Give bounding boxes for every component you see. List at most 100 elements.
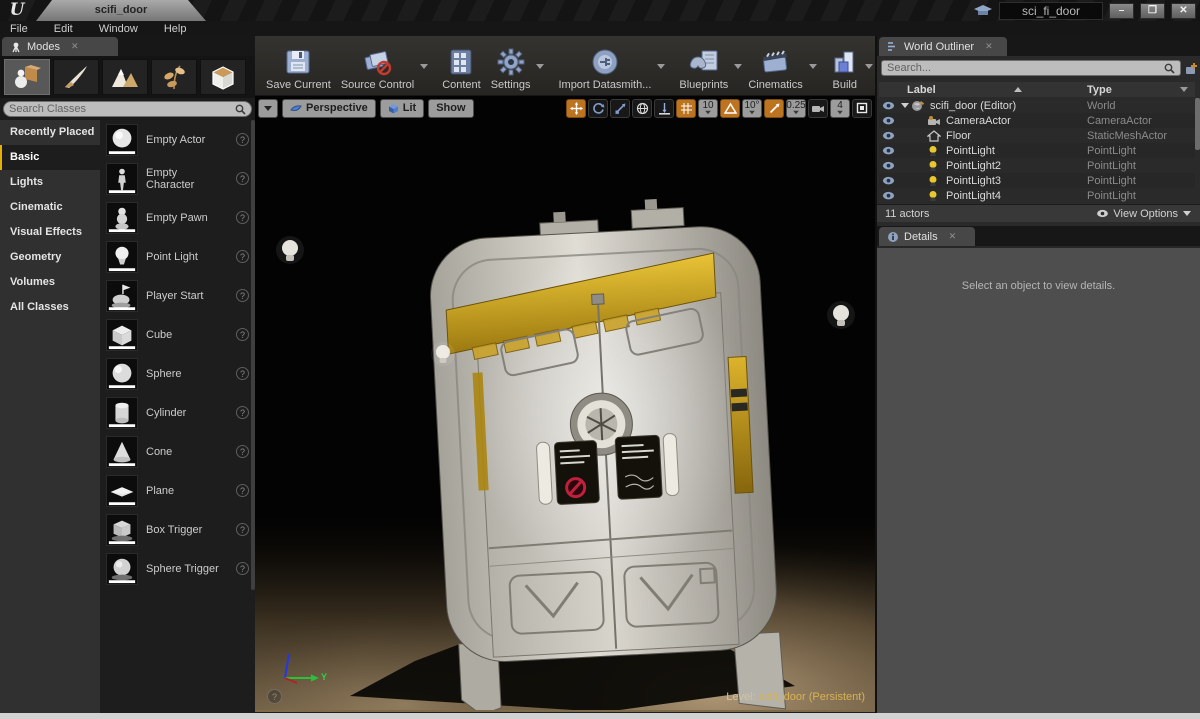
cinematics-button[interactable]: Cinematics bbox=[743, 39, 807, 93]
mode-place-button[interactable] bbox=[4, 59, 50, 95]
chevron-down-icon[interactable] bbox=[734, 63, 743, 69]
add-filter-icon[interactable] bbox=[1184, 62, 1198, 76]
category-all-classes[interactable]: All Classes bbox=[0, 295, 100, 320]
eye-icon[interactable] bbox=[882, 131, 895, 140]
tab-modes[interactable]: Modes ✕ bbox=[2, 37, 118, 56]
view-options-button[interactable]: View Options bbox=[1096, 208, 1192, 220]
mode-geometry-button[interactable] bbox=[200, 59, 246, 95]
item-cylinder[interactable]: Cylinder? bbox=[100, 393, 255, 432]
blueprints-button[interactable]: Blueprints bbox=[674, 39, 733, 93]
chevron-down-icon[interactable] bbox=[808, 63, 817, 69]
outliner-row-pointlight[interactable]: PointLight PointLight bbox=[879, 143, 1195, 158]
outliner-row-pointlight2[interactable]: PointLight2 PointLight bbox=[879, 158, 1195, 173]
menu-edit[interactable]: Edit bbox=[54, 23, 73, 35]
category-lights[interactable]: Lights bbox=[0, 170, 100, 195]
chevron-down-icon[interactable] bbox=[1180, 87, 1188, 92]
eye-icon[interactable] bbox=[882, 161, 895, 170]
camera-speed-value[interactable]: 4 bbox=[830, 98, 850, 118]
surface-snap-button[interactable] bbox=[654, 98, 674, 118]
help-icon[interactable]: ? bbox=[236, 523, 249, 536]
chevron-down-icon[interactable] bbox=[536, 63, 545, 69]
grid-snap-toggle[interactable] bbox=[676, 98, 696, 118]
rotation-snap-toggle[interactable] bbox=[720, 98, 740, 118]
help-icon[interactable]: ? bbox=[236, 367, 249, 380]
help-icon[interactable]: ? bbox=[236, 289, 249, 302]
mode-paint-button[interactable] bbox=[53, 59, 99, 95]
viewport-options-button[interactable] bbox=[258, 98, 278, 118]
item-box-trigger[interactable]: Box Trigger? bbox=[100, 510, 255, 549]
eye-icon[interactable] bbox=[882, 101, 895, 110]
mode-landscape-button[interactable] bbox=[102, 59, 148, 95]
menu-help[interactable]: Help bbox=[164, 23, 187, 35]
outliner-row-floor[interactable]: Floor StaticMeshActor bbox=[879, 128, 1195, 143]
tab-details[interactable]: Details ✕ bbox=[879, 227, 975, 246]
category-volumes[interactable]: Volumes bbox=[0, 270, 100, 295]
tutorial-cap-icon[interactable] bbox=[973, 3, 993, 19]
outliner-row-pointlight3[interactable]: PointLight3 PointLight bbox=[879, 173, 1195, 188]
item-point-light[interactable]: Point Light? bbox=[100, 237, 255, 276]
sort-asc-icon[interactable] bbox=[1013, 87, 1022, 92]
lit-mode-button[interactable]: Lit bbox=[379, 98, 425, 118]
rotation-snap-value[interactable]: 10° bbox=[742, 98, 762, 118]
save-current-button[interactable]: Save Current bbox=[261, 39, 336, 93]
item-sphere[interactable]: Sphere? bbox=[100, 354, 255, 393]
menu-window[interactable]: Window bbox=[99, 23, 138, 35]
help-icon[interactable]: ? bbox=[236, 562, 249, 575]
eye-icon[interactable] bbox=[882, 146, 895, 155]
column-type[interactable]: Type bbox=[1087, 84, 1112, 96]
world-local-toggle[interactable] bbox=[632, 98, 652, 118]
minimize-button[interactable]: – bbox=[1109, 2, 1134, 19]
build-button[interactable]: Build bbox=[826, 39, 864, 93]
category-cinematic[interactable]: Cinematic bbox=[0, 195, 100, 220]
help-icon[interactable]: ? bbox=[236, 250, 249, 263]
outliner-row-world[interactable]: scifi_door (Editor) World bbox=[879, 98, 1195, 113]
maximize-viewport-button[interactable] bbox=[852, 98, 872, 118]
perspective-button[interactable]: Perspective bbox=[282, 98, 376, 118]
outliner-search-input[interactable] bbox=[887, 62, 1164, 74]
item-cone[interactable]: Cone? bbox=[100, 432, 255, 471]
help-icon[interactable]: ? bbox=[236, 406, 249, 419]
camera-speed-button[interactable] bbox=[808, 98, 828, 118]
import-datasmith-button[interactable]: Import Datasmith... bbox=[553, 39, 656, 93]
close-button[interactable]: ✕ bbox=[1171, 2, 1196, 19]
eye-icon[interactable] bbox=[882, 176, 895, 185]
category-geometry[interactable]: Geometry bbox=[0, 245, 100, 270]
scale-snap-toggle[interactable] bbox=[764, 98, 784, 118]
help-icon[interactable]: ? bbox=[236, 445, 249, 458]
source-control-button[interactable]: Source Control bbox=[336, 39, 419, 93]
chevron-down-icon[interactable] bbox=[864, 63, 873, 69]
maximize-button[interactable]: ❒ bbox=[1140, 2, 1165, 19]
expand-arrow-icon[interactable] bbox=[901, 103, 909, 108]
content-button[interactable]: Content bbox=[437, 39, 486, 93]
level-viewport[interactable]: Perspective Lit Show 10 10° 0.25 4 Y ? L… bbox=[255, 96, 875, 712]
category-visual-effects[interactable]: Visual Effects bbox=[0, 220, 100, 245]
item-empty-pawn[interactable]: Empty Pawn? bbox=[100, 198, 255, 237]
menu-file[interactable]: File bbox=[10, 23, 28, 35]
category-recently-placed[interactable]: Recently Placed bbox=[0, 120, 100, 145]
tab-close-icon[interactable]: ✕ bbox=[71, 41, 79, 52]
eye-icon[interactable] bbox=[882, 191, 895, 200]
grid-snap-value[interactable]: 10 bbox=[698, 98, 718, 118]
settings-button[interactable]: Settings bbox=[486, 39, 536, 93]
tab-close-icon[interactable]: ✕ bbox=[949, 231, 957, 242]
scale-tool-button[interactable] bbox=[610, 98, 630, 118]
help-icon[interactable]: ? bbox=[236, 484, 249, 497]
item-sphere-trigger[interactable]: Sphere Trigger? bbox=[100, 549, 255, 588]
help-icon[interactable]: ? bbox=[236, 133, 249, 146]
tab-close-icon[interactable]: ✕ bbox=[985, 41, 993, 52]
chevron-down-icon[interactable] bbox=[420, 63, 429, 69]
move-tool-button[interactable] bbox=[566, 98, 586, 118]
level-tab[interactable]: scifi_door bbox=[36, 0, 206, 21]
item-empty-actor[interactable]: Empty Actor? bbox=[100, 120, 255, 159]
help-icon[interactable]: ? bbox=[267, 689, 282, 704]
tab-world-outliner[interactable]: World Outliner ✕ bbox=[879, 37, 1007, 56]
search-classes-input[interactable] bbox=[9, 103, 235, 115]
rotate-tool-button[interactable] bbox=[588, 98, 608, 118]
column-label[interactable]: Label bbox=[879, 84, 936, 96]
help-icon[interactable]: ? bbox=[236, 172, 249, 185]
category-basic[interactable]: Basic bbox=[0, 145, 100, 170]
help-icon[interactable]: ? bbox=[236, 328, 249, 341]
item-plane[interactable]: Plane? bbox=[100, 471, 255, 510]
show-menu-button[interactable]: Show bbox=[428, 98, 474, 118]
item-empty-character[interactable]: Empty Character? bbox=[100, 159, 255, 198]
